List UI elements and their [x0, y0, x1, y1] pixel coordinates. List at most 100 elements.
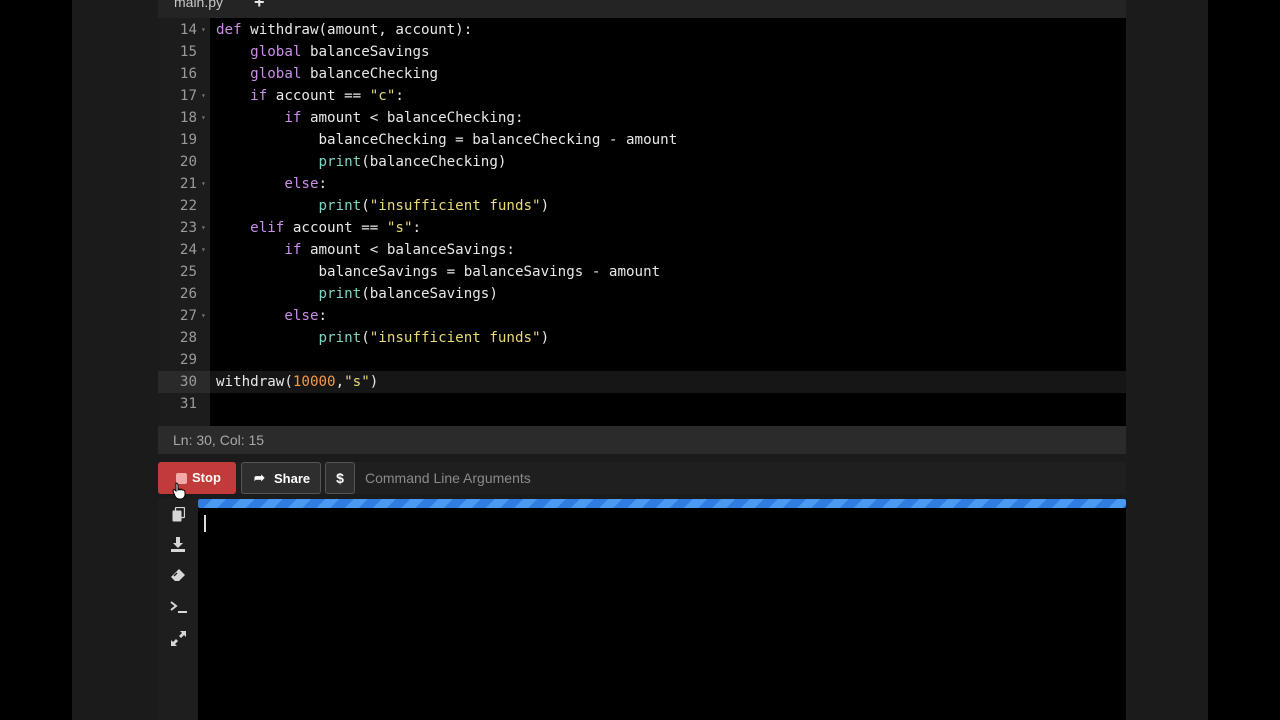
code-token: print: [318, 286, 362, 302]
code-text: withdraw(10000,"s"): [216, 371, 378, 393]
code-token: :: [395, 88, 404, 104]
console-output[interactable]: [198, 499, 1126, 720]
code-line[interactable]: 31: [158, 393, 1126, 415]
code-token: "insufficient funds": [369, 330, 541, 346]
code-token: if: [284, 242, 310, 258]
copy-icon[interactable]: [158, 506, 198, 528]
code-line[interactable]: 29: [158, 349, 1126, 371]
code-text: print("insufficient funds"): [216, 327, 550, 349]
code-line[interactable]: 28 print("insufficient funds"): [158, 327, 1126, 349]
code-line-area: else:: [210, 305, 1126, 327]
line-number: 25: [179, 264, 197, 280]
fold-arrow-icon[interactable]: ▾: [201, 19, 206, 41]
fold-arrow-icon[interactable]: ▾: [201, 85, 206, 107]
line-number: 19: [179, 132, 197, 148]
code-token: if: [250, 88, 276, 104]
share-label: Share: [274, 471, 311, 486]
code-token: :: [318, 308, 328, 324]
code-token: (: [361, 198, 370, 214]
add-tab-icon[interactable]: +: [254, 0, 265, 13]
line-number: 15: [179, 44, 197, 60]
code-line-area: if account == "c":: [210, 85, 1126, 107]
code-line-area: [210, 393, 1126, 415]
code-line[interactable]: 20 print(balanceChecking): [158, 151, 1126, 173]
code-token: ): [540, 330, 550, 346]
code-line[interactable]: 15 global balanceSavings: [158, 41, 1126, 63]
eraser-icon[interactable]: [158, 568, 198, 588]
dollar-button[interactable]: $: [325, 462, 355, 494]
code-token: withdraw(: [216, 374, 293, 390]
command-line-arguments-input[interactable]: [358, 462, 1126, 494]
code-line-area: balanceChecking = balanceChecking - amou…: [210, 129, 1126, 151]
line-number: 22: [179, 198, 197, 214]
fold-arrow-icon[interactable]: ▾: [201, 305, 206, 327]
code-token: balanceChecking: [309, 66, 439, 82]
code-text: elif account == "s":: [216, 217, 421, 239]
code-token: "insufficient funds": [369, 198, 541, 214]
code-line[interactable]: 18 ▾ if amount < balanceChecking:: [158, 107, 1126, 129]
code-line-area: [210, 349, 1126, 371]
code-token: withdraw(amount, account):: [250, 22, 473, 38]
expand-icon[interactable]: [158, 631, 198, 652]
code-text: global balanceSavings: [216, 41, 429, 63]
code-line[interactable]: 17 ▾ if account == "c":: [158, 85, 1126, 107]
stop-button[interactable]: Stop: [158, 462, 236, 494]
code-token: :: [318, 176, 328, 192]
code-token: ,: [335, 374, 345, 390]
running-progress-bar: [198, 499, 1126, 508]
code-token: amount < balanceSavings:: [309, 242, 515, 258]
code-line-area: print("insufficient funds"): [210, 327, 1126, 349]
code-line[interactable]: 21 ▾ else:: [158, 173, 1126, 195]
mouse-pointer-icon: [172, 482, 186, 500]
code-text: if amount < balanceSavings:: [216, 239, 515, 261]
tab-main-py[interactable]: main.py: [174, 0, 223, 12]
code-line-area: else:: [210, 173, 1126, 195]
code-line[interactable]: 23 ▾ elif account == "s":: [158, 217, 1126, 239]
code-line-area: elif account == "s":: [210, 217, 1126, 239]
code-token: (balanceChecking): [361, 154, 507, 170]
fold-arrow-icon[interactable]: ▾: [201, 239, 206, 261]
code-line[interactable]: 16 global balanceChecking: [158, 63, 1126, 85]
code-token: global: [250, 66, 310, 82]
code-text: else:: [216, 173, 327, 195]
code-token: account ==: [275, 88, 370, 104]
text-cursor: [204, 515, 206, 532]
code-token: print: [318, 154, 362, 170]
line-number: 26: [179, 286, 197, 302]
code-line[interactable]: 27 ▾ else:: [158, 305, 1126, 327]
line-number: 20: [179, 154, 197, 170]
code-text: print(balanceChecking): [216, 151, 507, 173]
download-icon[interactable]: [158, 537, 198, 558]
code-editor[interactable]: 14 ▾ def withdraw(amount, account): 15 glob…: [158, 18, 1126, 426]
code-token: amount < balanceChecking:: [309, 110, 524, 126]
code-line[interactable]: 24 ▾ if amount < balanceSavings:: [158, 239, 1126, 261]
terminal-icon[interactable]: [158, 600, 198, 620]
fold-arrow-icon[interactable]: ▾: [201, 173, 206, 195]
code-token: elif: [250, 220, 293, 236]
share-button[interactable]: ➦ Share: [241, 462, 321, 494]
fold-arrow-icon[interactable]: ▾: [201, 107, 206, 129]
code-line[interactable]: 22 print("insufficient funds"): [158, 195, 1126, 217]
code-token: global: [250, 44, 310, 60]
code-line[interactable]: 19 balanceChecking = balanceChecking - a…: [158, 129, 1126, 151]
fold-arrow-icon[interactable]: ▾: [201, 217, 206, 239]
code-line[interactable]: 14 ▾ def withdraw(amount, account):: [158, 19, 1126, 41]
tab-bar: main.py +: [158, 0, 1126, 18]
console-tools: [158, 499, 198, 720]
stop-label: Stop: [192, 470, 221, 485]
code-line[interactable]: 25 balanceSavings = balanceSavings - amo…: [158, 261, 1126, 283]
code-line[interactable]: 30 withdraw(10000,"s"): [158, 371, 1126, 393]
status-bar: Ln: 30, Col: 15: [158, 426, 1126, 454]
code-line[interactable]: 26 print(balanceSavings): [158, 283, 1126, 305]
outer-right-margin: [1208, 0, 1280, 720]
code-token: "s": [344, 374, 370, 390]
code-line-area: print(balanceSavings): [210, 283, 1126, 305]
share-icon: ➦: [254, 470, 265, 485]
code-token: def: [216, 22, 251, 38]
